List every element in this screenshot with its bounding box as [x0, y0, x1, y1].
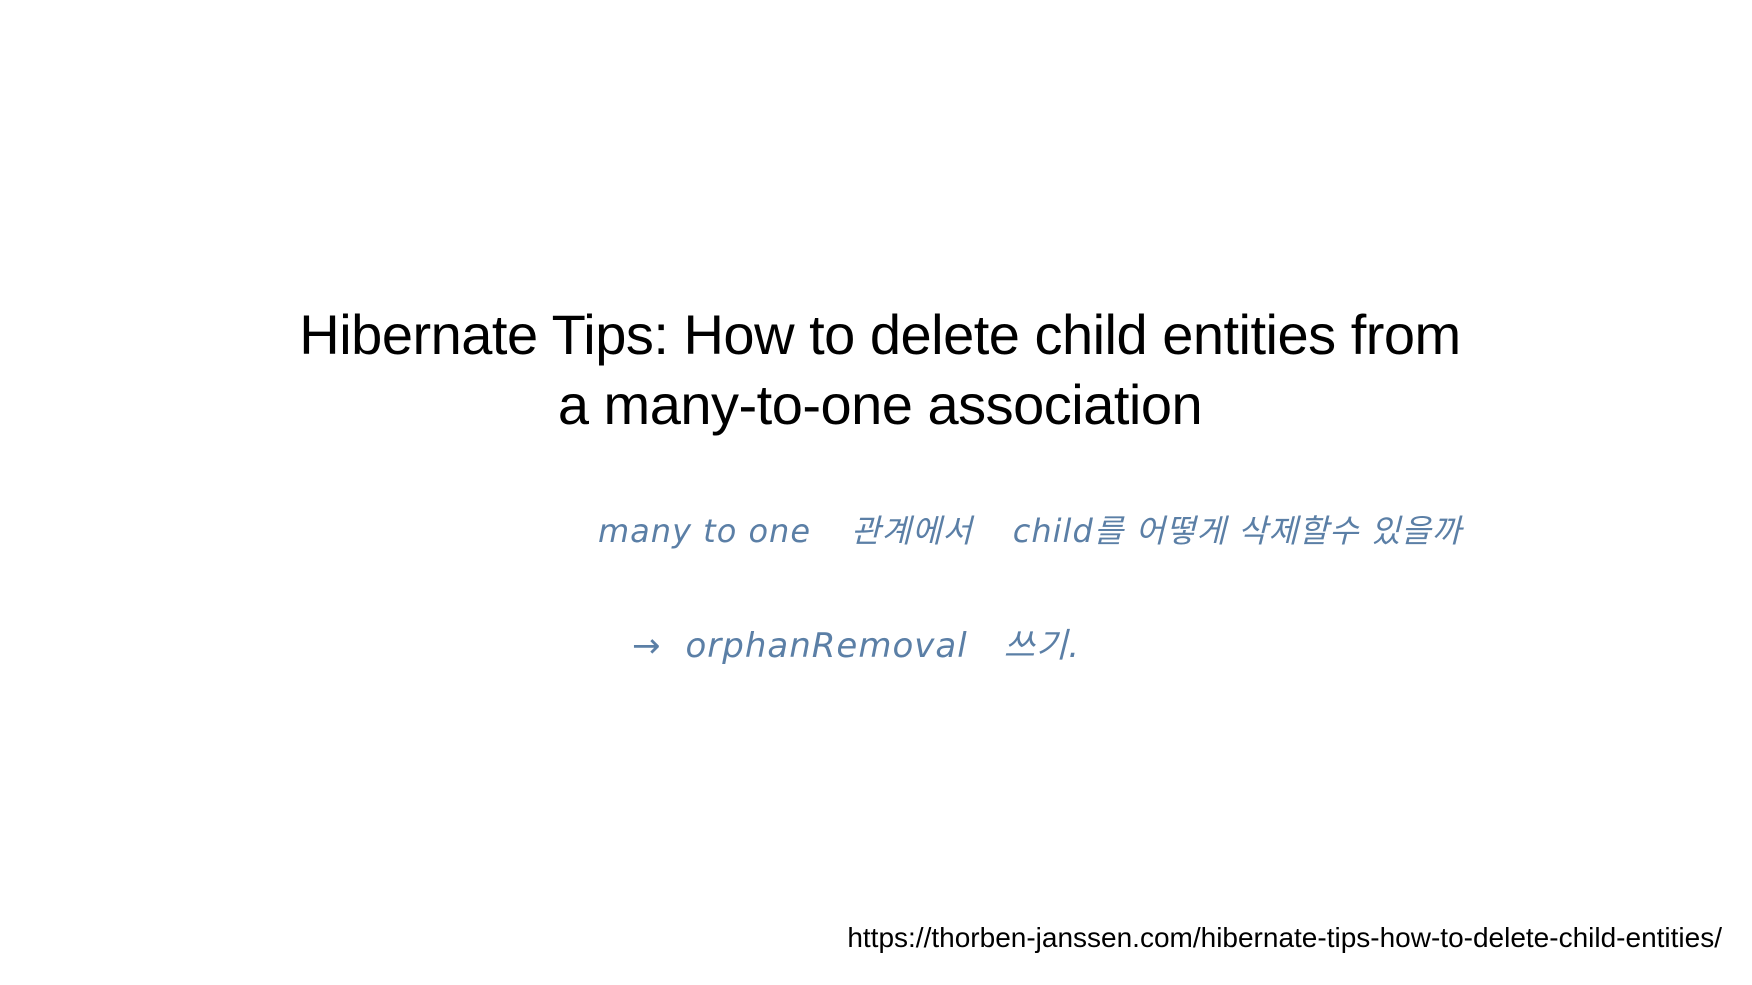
handwritten-note-answer: → orphanRemoval 쓰기.	[632, 618, 1080, 667]
right-arrow-icon: →	[632, 626, 662, 666]
slide-title-line-2: a many-to-one association	[557, 373, 1203, 436]
slide-title-line-1: Hibernate Tips: How to delete child enti…	[299, 303, 1461, 366]
note-answer-part-b: 쓰기.	[1003, 626, 1081, 666]
note-question-part-c: child를 어떻게 삭제할수 있을까	[1012, 512, 1463, 550]
handwritten-note-question: many to one 관계에서 child를 어떻게 삭제할수 있을까	[598, 506, 1462, 552]
slide: Hibernate Tips: How to delete child enti…	[0, 0, 1752, 985]
note-question-part-a: many to one	[598, 512, 812, 550]
source-link[interactable]: https://thorben-janssen.com/hibernate-ti…	[847, 922, 1722, 954]
note-answer-part-a: orphanRemoval	[685, 626, 968, 666]
note-question-part-b: 관계에서	[851, 512, 973, 550]
slide-title: Hibernate Tips: How to delete child enti…	[0, 300, 1752, 440]
